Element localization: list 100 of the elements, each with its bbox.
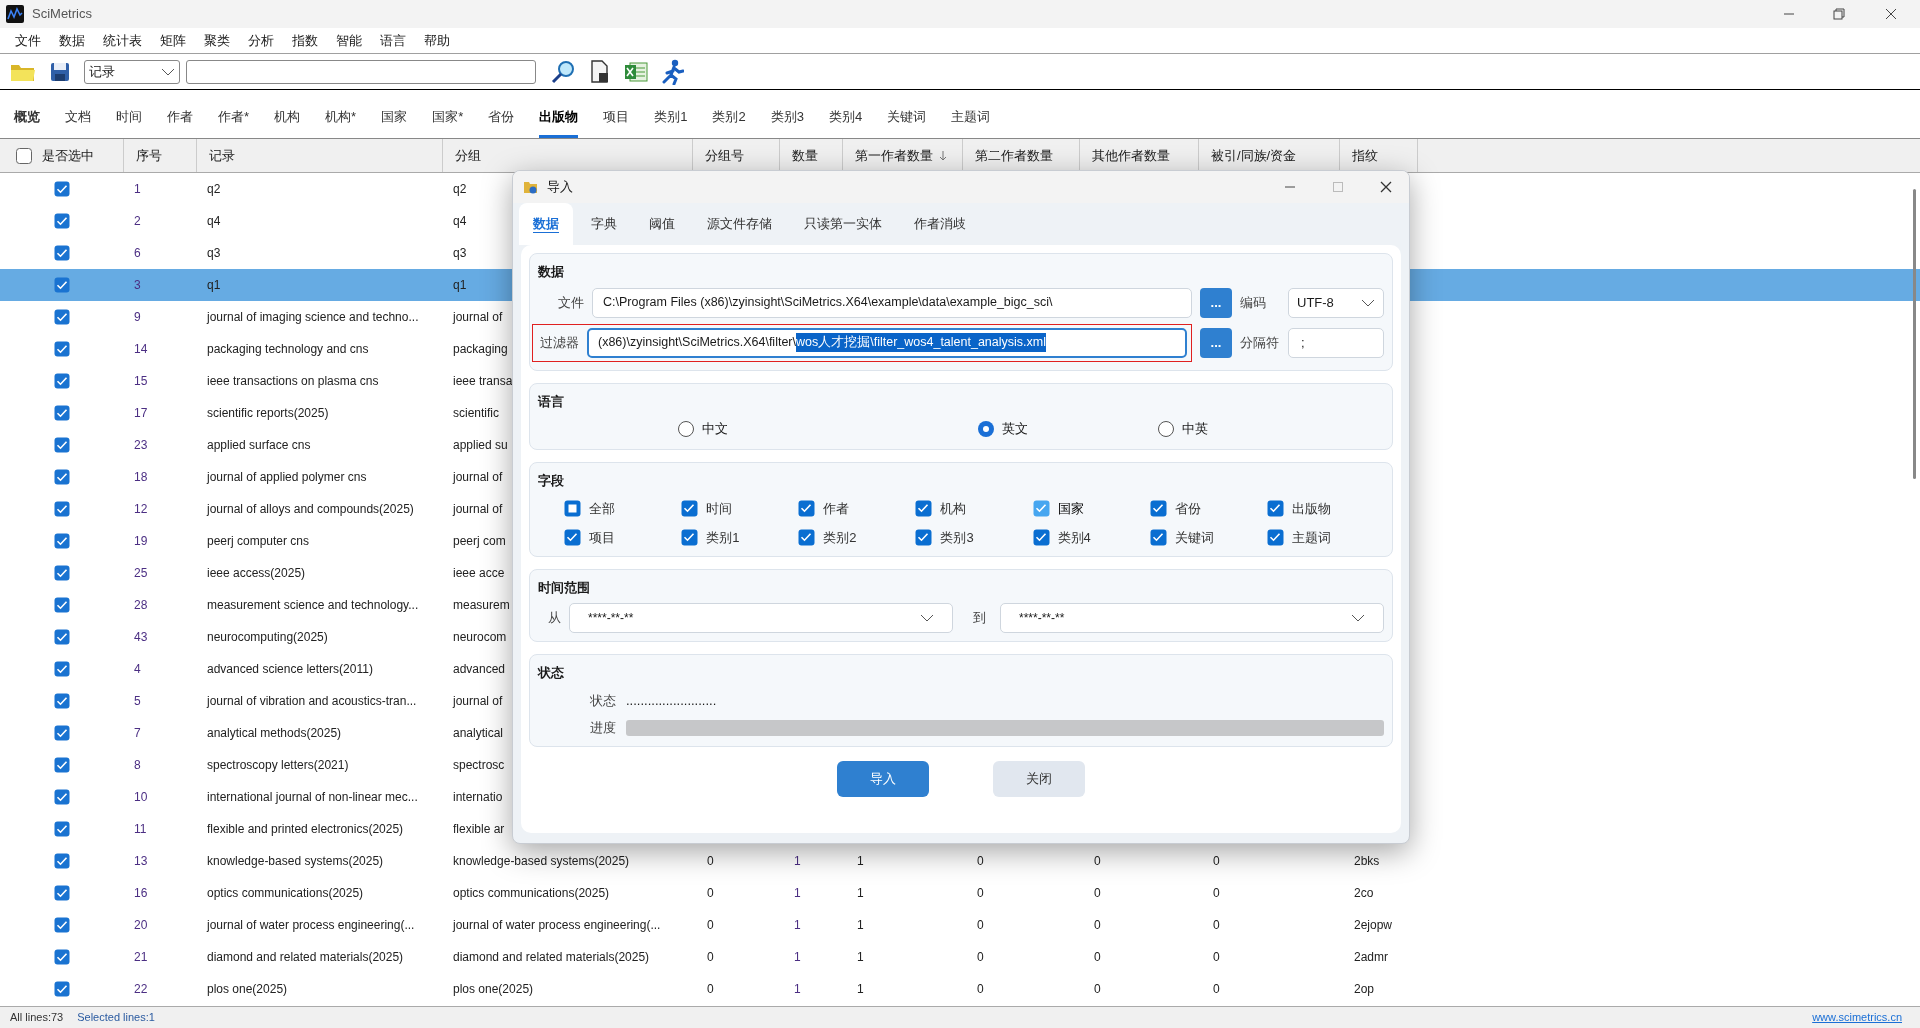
table-cell: analytical bbox=[453, 726, 504, 740]
table-cell: neurocomputing(2025) bbox=[207, 630, 328, 644]
table-cell: journal of bbox=[453, 310, 503, 324]
table-cell: packaging bbox=[453, 342, 508, 356]
table-cell: 6 bbox=[134, 246, 141, 260]
table-cell: q4 bbox=[453, 214, 467, 228]
table-cell: 0 bbox=[1094, 982, 1101, 996]
table-cell: journal of vibration and acoustics-tran... bbox=[207, 694, 417, 708]
checkbox-label: 关键词 bbox=[1174, 529, 1214, 547]
table-cell: q3 bbox=[207, 246, 221, 260]
table-cell: ieee access(2025) bbox=[207, 566, 306, 580]
table-cell: q1 bbox=[453, 278, 467, 292]
table-cell: 0 bbox=[1094, 918, 1101, 932]
table-cell: 0 bbox=[1213, 854, 1220, 868]
table-cell: advanced science letters(2011) bbox=[207, 662, 373, 676]
table-cell: 0 bbox=[1094, 886, 1101, 900]
field-label: 分隔符 bbox=[1240, 333, 1280, 352]
table-cell: journal of imaging science and techno... bbox=[207, 310, 419, 324]
checkbox-label: 主题词 bbox=[1291, 529, 1331, 547]
table-cell: 14 bbox=[134, 342, 148, 356]
table-cell: 2admr bbox=[1354, 950, 1388, 964]
table-cell: spectroscopy letters(2021) bbox=[207, 758, 349, 772]
field-label: 文件 bbox=[557, 293, 584, 312]
table-cell: journal of water process engineering(... bbox=[453, 918, 661, 932]
table-cell: ieee transactions on plasma cns bbox=[207, 374, 379, 388]
table-cell: 0 bbox=[977, 886, 984, 900]
checkbox-label: 时间 bbox=[706, 499, 733, 518]
table-cell: plos one(2025) bbox=[207, 982, 288, 996]
table-cell: 1 bbox=[857, 886, 864, 900]
table-cell: journal of bbox=[453, 470, 503, 484]
table-cell: 1 bbox=[794, 854, 801, 868]
table-cell: 20 bbox=[134, 918, 148, 932]
table-cell: knowledge-based systems(2025) bbox=[453, 854, 630, 868]
table-cell: q3 bbox=[453, 246, 467, 260]
table-cell: journal of bbox=[453, 502, 503, 516]
table-cell: optics communications(2025) bbox=[453, 886, 610, 900]
table-cell: scientific bbox=[453, 406, 499, 420]
table-cell: analytical methods(2025) bbox=[207, 726, 342, 740]
checkbox-label: 省份 bbox=[1174, 499, 1201, 518]
table-cell: 0 bbox=[707, 950, 714, 964]
table-cell: 11 bbox=[134, 822, 147, 836]
table-cell: 43 bbox=[134, 630, 148, 644]
field-label: 状态 bbox=[590, 691, 616, 710]
table-cell: 0 bbox=[1213, 982, 1220, 996]
table-cell: diamond and related materials(2025) bbox=[453, 950, 650, 964]
table-cell: 4 bbox=[134, 662, 141, 676]
table-cell: 0 bbox=[707, 854, 714, 868]
table-cell: spectrosc bbox=[453, 758, 505, 772]
table-cell: measurem bbox=[453, 598, 510, 612]
table-cell: 0 bbox=[977, 982, 984, 996]
line-count: All lines:73 bbox=[10, 1010, 64, 1026]
table-cell: journal of bbox=[453, 694, 503, 708]
table-cell: knowledge-based systems(2025) bbox=[207, 854, 384, 868]
status-text: ......................... bbox=[626, 691, 717, 710]
table-cell: peerj com bbox=[453, 534, 506, 548]
table-cell: 1 bbox=[794, 982, 801, 996]
table-cell: 7 bbox=[134, 726, 141, 740]
table-cell: 3 bbox=[134, 278, 141, 292]
table-cell: 0 bbox=[1213, 918, 1220, 932]
checkbox-label: 作者 bbox=[823, 499, 850, 518]
table-cell: q4 bbox=[207, 214, 221, 228]
section-title: 字段 bbox=[538, 472, 565, 490]
table-cell: 18 bbox=[134, 470, 148, 484]
table-cell: 21 bbox=[134, 950, 148, 964]
table-cell: 10 bbox=[134, 790, 148, 804]
table-cell: 9 bbox=[134, 310, 141, 324]
field-label: 进度 bbox=[590, 719, 616, 737]
table-cell: 0 bbox=[977, 950, 984, 964]
section-title: 数据 bbox=[538, 263, 565, 281]
table-cell: plos one(2025) bbox=[453, 982, 534, 996]
table-cell: advanced bbox=[453, 662, 506, 676]
selected-count: Selected lines:1 bbox=[77, 1010, 155, 1026]
table-cell: 1 bbox=[794, 918, 801, 932]
table-cell: 1 bbox=[794, 886, 801, 900]
table-cell: q1 bbox=[207, 278, 221, 292]
table-cell: 12 bbox=[134, 502, 148, 516]
table-cell: 15 bbox=[134, 374, 148, 388]
table-cell: 0 bbox=[977, 854, 984, 868]
table-cell: 1 bbox=[857, 982, 864, 996]
table-cell: 0 bbox=[707, 982, 714, 996]
table-cell: optics communications(2025) bbox=[207, 886, 364, 900]
table-cell: 2ejopw bbox=[1354, 918, 1393, 932]
table-cell: q2 bbox=[453, 182, 467, 196]
table-cell: 8 bbox=[134, 758, 141, 772]
table-cell: 0 bbox=[1094, 854, 1101, 868]
table-cell: 17 bbox=[134, 406, 148, 420]
table-cell: 1 bbox=[794, 950, 801, 964]
table-cell: flexible ar bbox=[453, 822, 505, 836]
window-title: SciMetrics bbox=[32, 5, 92, 24]
table-cell: packaging technology and cns bbox=[207, 342, 369, 356]
dialog-title: 导入 bbox=[547, 178, 573, 197]
table-cell: 5 bbox=[134, 694, 141, 708]
table-cell: international journal of non-linear mec... bbox=[207, 790, 418, 804]
table-cell: 2 bbox=[134, 214, 141, 228]
table-cell: flexible and printed electronics(2025) bbox=[207, 822, 404, 836]
table-cell: internatio bbox=[453, 790, 503, 804]
table-cell: peerj computer cns bbox=[207, 534, 310, 548]
table-cell: 25 bbox=[134, 566, 148, 580]
table-cell: 0 bbox=[977, 918, 984, 932]
table-cell: 28 bbox=[134, 598, 148, 612]
